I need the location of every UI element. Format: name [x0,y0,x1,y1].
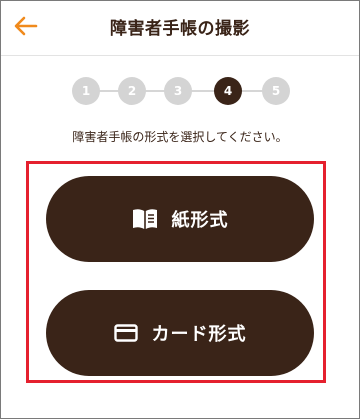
instruction-text: 障害者手帳の形式を選択してください。 [72,130,288,144]
step-5: 5 [262,77,290,105]
step-1: 1 [72,77,100,105]
card-format-label: カード形式 [151,324,247,345]
header: 障害者手帳の撮影 [1,1,359,56]
paper-format-button[interactable]: 紙形式 [46,176,314,262]
step-4-current: 4 [214,77,242,105]
card-icon [113,324,138,342]
open-book-icon [132,208,158,230]
paper-format-label: 紙形式 [171,210,229,231]
page-title: 障害者手帳の撮影 [110,19,250,39]
card-format-button[interactable]: カード形式 [46,290,314,376]
step-2: 2 [118,77,146,105]
step-indicator: 1 2 3 4 5 [0,77,360,105]
step-3: 3 [164,77,192,105]
